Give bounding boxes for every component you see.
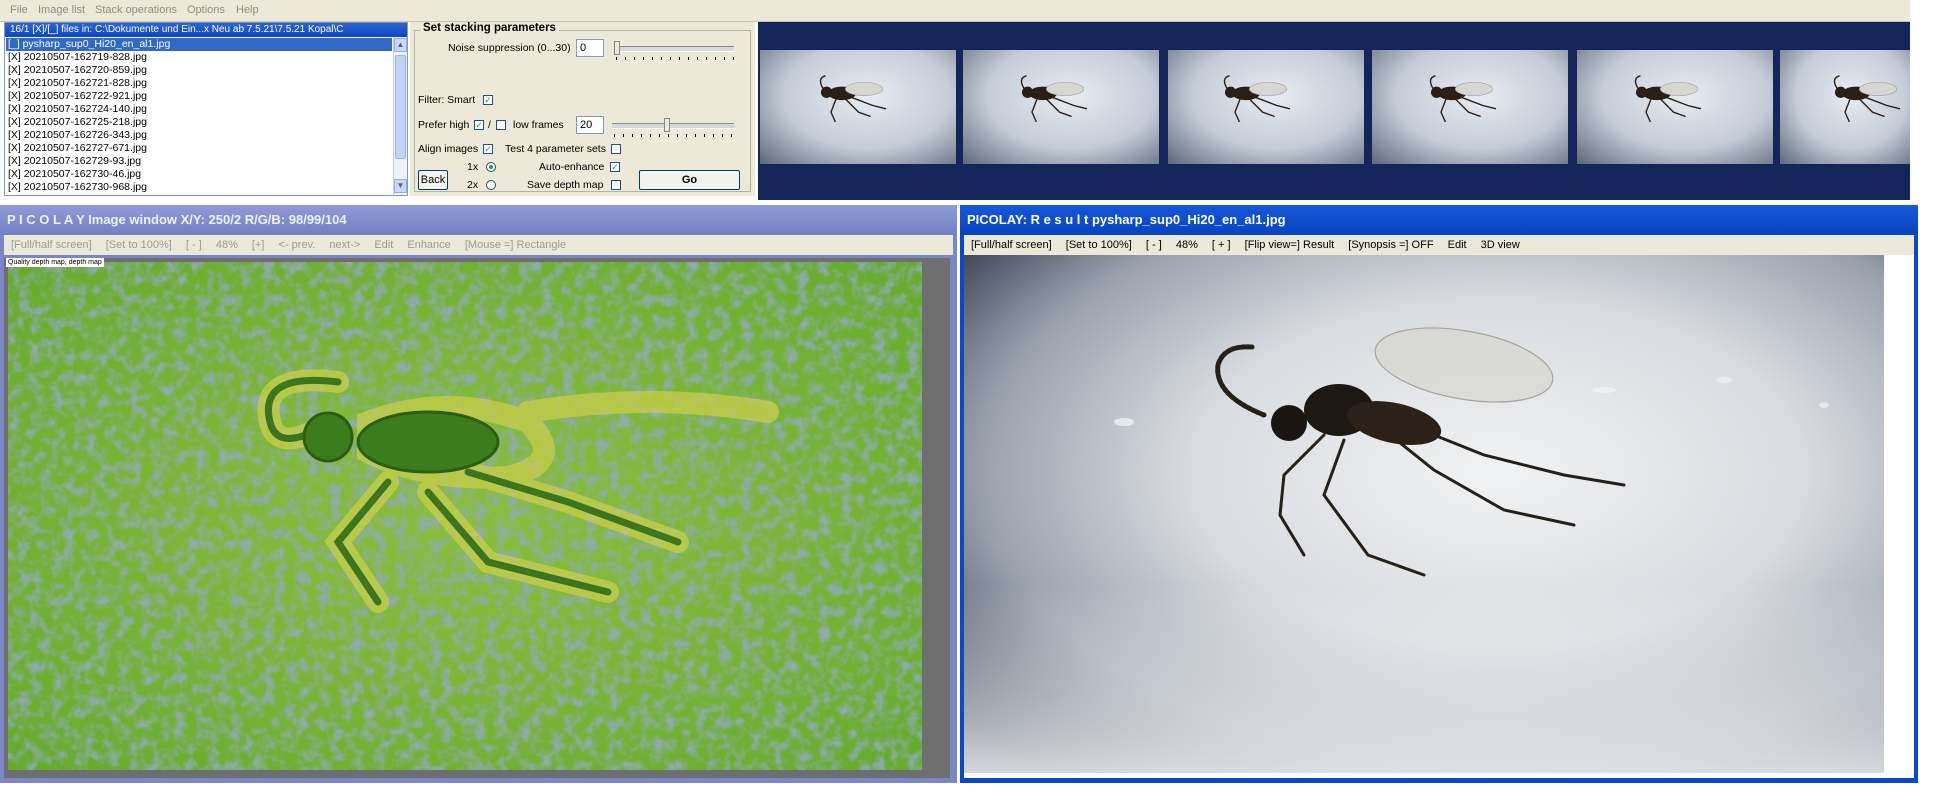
set-100-button[interactable]: [Set to 100%] bbox=[1066, 239, 1132, 251]
zoom-out-button[interactable]: [ - ] bbox=[186, 239, 202, 251]
depth-map-tag: Quality depth map, depth map bbox=[6, 258, 104, 267]
save-depth-map-label: Save depth map bbox=[527, 179, 604, 191]
noise-suppression-input[interactable]: 0 bbox=[576, 39, 604, 57]
file-list-item[interactable]: [X] 20210507-162721-828.jpg bbox=[8, 77, 147, 90]
frame-thumbnail[interactable] bbox=[1577, 50, 1773, 164]
frames-slider-track[interactable] bbox=[612, 123, 734, 129]
back-button[interactable]: Back bbox=[418, 170, 448, 190]
menu-image-list[interactable]: Image list bbox=[38, 4, 85, 16]
test-parameter-sets-label: Test 4 parameter sets bbox=[505, 143, 606, 155]
zoom-level: 48% bbox=[215, 239, 238, 251]
file-list-item[interactable]: [X] 20210507-162727-671.jpg bbox=[8, 142, 147, 155]
frames-input[interactable]: 20 bbox=[576, 116, 604, 134]
menu-file[interactable]: File bbox=[10, 4, 28, 16]
menu-options[interactable]: Options bbox=[187, 4, 225, 16]
zoom-out-button[interactable]: [ - ] bbox=[1146, 239, 1162, 251]
file-list-item[interactable]: [X] 20210507-162720-859.jpg bbox=[8, 64, 147, 77]
parameters-title: Set stacking parameters bbox=[420, 22, 559, 34]
scrollbar-thumb[interactable] bbox=[395, 55, 406, 159]
zoom-level: 48% bbox=[1175, 239, 1198, 251]
zoom-in-button[interactable]: [+] bbox=[252, 239, 265, 251]
scale-2x-radio[interactable] bbox=[486, 180, 496, 190]
noise-slider-ticks bbox=[616, 57, 734, 60]
frames-slider-thumb[interactable] bbox=[664, 118, 670, 132]
zoom-in-button[interactable]: [ + ] bbox=[1212, 239, 1231, 251]
prefer-high-checkbox[interactable]: ✓ bbox=[474, 120, 484, 130]
result-image[interactable] bbox=[964, 255, 1884, 773]
auto-enhance-checkbox[interactable]: ✓ bbox=[610, 162, 620, 172]
noise-slider-track[interactable] bbox=[614, 46, 734, 52]
set-100-button[interactable]: [Set to 100%] bbox=[106, 239, 172, 251]
file-list-item[interactable]: [_] pysharp_sup0_Hi20_en_al1.jpg bbox=[6, 38, 392, 51]
file-list-item[interactable]: [X] 20210507-162725-218.jpg bbox=[8, 116, 147, 129]
align-images-label: Align images bbox=[418, 143, 479, 155]
file-list-header: 16/1 [X]/[_] files in: C:\Dokumente und … bbox=[5, 23, 407, 37]
result-window-title: PICOLAY: R e s u l t pysharp_sup0_Hi20_e… bbox=[960, 205, 1918, 235]
menu-stack-operations[interactable]: Stack operations bbox=[95, 4, 177, 16]
file-list-panel: 16/1 [X]/[_] files in: C:\Dokumente und … bbox=[4, 22, 408, 196]
noise-suppression-label: Noise suppression (0...30) bbox=[448, 42, 571, 54]
edit-button[interactable]: Edit bbox=[374, 239, 393, 251]
edit-button[interactable]: Edit bbox=[1448, 239, 1467, 251]
mouse-mode-button[interactable]: [Mouse =] Rectangle bbox=[465, 239, 566, 251]
scroll-down-icon[interactable]: ▼ bbox=[394, 179, 407, 193]
thumbnail-strip bbox=[758, 22, 1910, 200]
prev-button[interactable]: <- prev. bbox=[279, 239, 316, 251]
frame-thumbnail[interactable] bbox=[1780, 50, 1910, 164]
save-depth-map-checkbox[interactable] bbox=[611, 180, 621, 190]
3d-view-button[interactable]: 3D view bbox=[1481, 239, 1520, 251]
filter-smart-label: Filter: Smart bbox=[418, 94, 476, 106]
depth-map-image[interactable] bbox=[8, 262, 922, 770]
scale-1x-radio[interactable] bbox=[486, 162, 496, 172]
frame-thumbnail[interactable] bbox=[760, 50, 956, 164]
test-parameter-sets-checkbox[interactable] bbox=[611, 144, 621, 154]
scroll-up-icon[interactable]: ▲ bbox=[394, 38, 407, 52]
low-frames-checkbox[interactable] bbox=[496, 120, 506, 130]
file-list-item[interactable]: [X] 20210507-162726-343.jpg bbox=[8, 129, 147, 142]
result-window-toolbar: [Full/half screen] [Set to 100%] [ - ] 4… bbox=[964, 235, 1914, 255]
scale-1x-label: 1x bbox=[467, 161, 479, 173]
menu-bar: File Image list Stack operations Options… bbox=[0, 0, 1910, 22]
frame-thumbnail[interactable] bbox=[1168, 50, 1364, 164]
file-list-item[interactable]: [X] 20210507-162724-140.jpg bbox=[8, 103, 147, 116]
frames-slider-ticks bbox=[614, 134, 734, 137]
frame-thumbnail[interactable] bbox=[1372, 50, 1568, 164]
noise-slider-thumb[interactable] bbox=[614, 41, 620, 55]
file-list-item[interactable]: [X] 20210507-162730-46.jpg bbox=[8, 168, 141, 181]
file-list-item[interactable]: [X] 20210507-162730-968.jpg bbox=[8, 181, 147, 194]
flip-view-button[interactable]: [Flip view=] Result bbox=[1245, 239, 1335, 251]
low-frames-label: low frames bbox=[513, 119, 564, 131]
prefer-slash: / bbox=[488, 119, 491, 131]
image-window-title: P I C O L A Y Image window X/Y: 250/2 R/… bbox=[0, 205, 957, 235]
frame-thumbnail[interactable] bbox=[963, 50, 1159, 164]
stacking-parameters-panel: Set stacking parameters Noise suppressio… bbox=[410, 22, 755, 196]
scale-2x-label: 2x bbox=[467, 179, 479, 191]
full-half-screen-button[interactable]: [Full/half screen] bbox=[971, 239, 1052, 251]
file-list-item[interactable]: [X] 20210507-162729-93.jpg bbox=[8, 155, 141, 168]
filter-smart-checkbox[interactable]: ✓ bbox=[483, 95, 493, 105]
file-list-scrollbar[interactable]: ▲ ▼ bbox=[393, 37, 407, 195]
file-list-item[interactable]: [X] 20210507-162722-921.jpg bbox=[8, 90, 147, 103]
image-window-toolbar: [Full/half screen] [Set to 100%] [ - ] 4… bbox=[4, 235, 953, 255]
next-button[interactable]: next-> bbox=[329, 239, 360, 251]
enhance-button[interactable]: Enhance bbox=[407, 239, 450, 251]
align-images-checkbox[interactable]: ✓ bbox=[483, 144, 493, 154]
file-list-item[interactable]: [X] 20210507-162719-828.jpg bbox=[8, 51, 147, 64]
go-button[interactable]: Go bbox=[639, 170, 740, 190]
synopsis-button[interactable]: [Synopsis =] OFF bbox=[1348, 239, 1433, 251]
prefer-high-label: Prefer high bbox=[418, 119, 470, 131]
full-half-screen-button[interactable]: [Full/half screen] bbox=[11, 239, 92, 251]
auto-enhance-label: Auto-enhance bbox=[539, 161, 605, 173]
menu-help[interactable]: Help bbox=[236, 4, 259, 16]
